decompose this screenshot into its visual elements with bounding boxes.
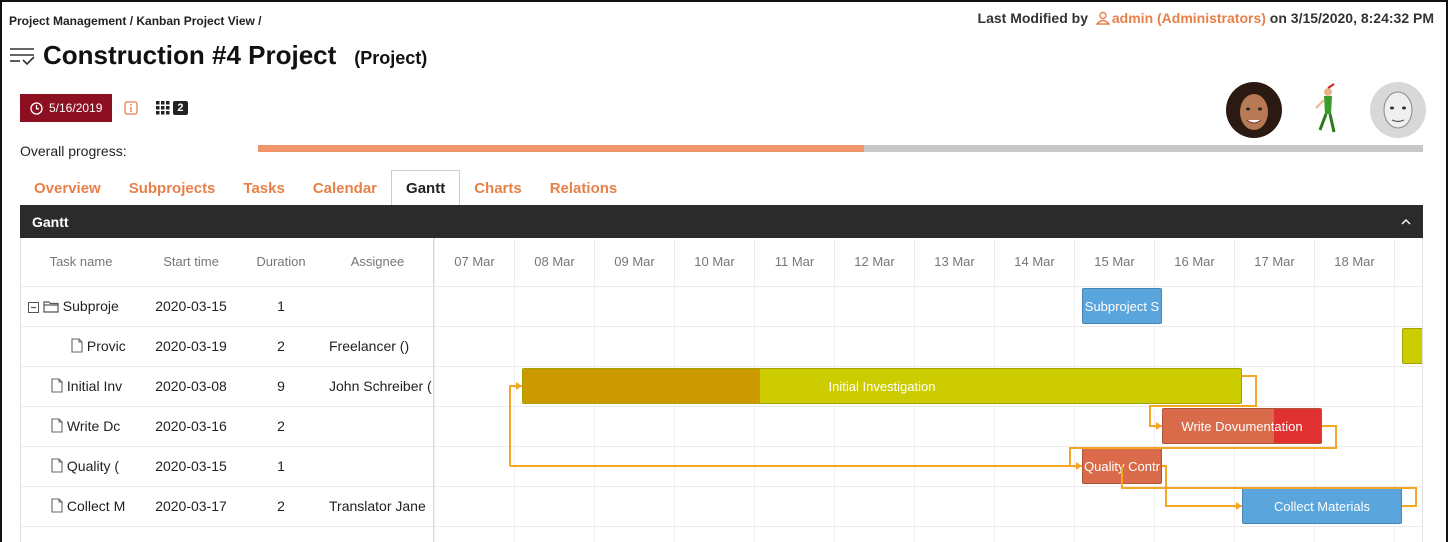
task-name: Provic (86, 338, 126, 354)
file-icon (51, 458, 63, 473)
tab-tasks[interactable]: Tasks (229, 170, 298, 206)
gantt-grid: Task name Start time Duration Assignee Subp… (21, 238, 434, 542)
task-name: Collect M (66, 498, 126, 514)
start-time-cell[interactable]: 2020-03-19 (141, 326, 241, 366)
dependency-links (509, 375, 1417, 510)
user-icon (1095, 11, 1111, 25)
last-modified-user[interactable]: admin (Administrators) (1112, 10, 1266, 26)
row-divider (21, 526, 433, 527)
task-list-icon[interactable] (9, 46, 35, 66)
tab-overview[interactable]: Overview (20, 170, 115, 206)
task-name-cell[interactable]: Collect M (51, 486, 141, 526)
overall-progress-bar (258, 145, 1423, 152)
task-name-cell[interactable]: Initial Inv (51, 366, 141, 406)
assignee-cell[interactable]: Translator Jane (329, 486, 434, 526)
team-avatars (1226, 82, 1426, 138)
task-name: Write Dc (66, 418, 121, 434)
start-time-cell[interactable]: 2020-03-16 (141, 406, 241, 446)
duration-cell[interactable]: 2 (241, 326, 321, 366)
file-icon (51, 498, 63, 513)
chevron-up-icon[interactable] (1401, 218, 1411, 226)
file-icon (51, 378, 63, 393)
task-name-cell[interactable]: Quality ( (51, 446, 141, 486)
duration-cell[interactable]: 1 (241, 446, 321, 486)
duration-cell[interactable]: 2 (241, 406, 321, 446)
link-arrow-icon (1156, 422, 1162, 430)
progress-fill (258, 145, 864, 152)
panel-title: Gantt (32, 213, 69, 230)
count-badge: 2 (173, 101, 188, 115)
gantt-panel-header[interactable]: Gantt (20, 205, 1423, 238)
tab-gantt[interactable]: Gantt (391, 170, 461, 206)
info-icon[interactable] (124, 101, 139, 115)
tab-bar: Overview Subprojects Tasks Calendar Gantt Cha… (20, 170, 631, 206)
meta-row: 5/16/2019 2 (20, 94, 188, 122)
column-header[interactable]: Assignee (321, 238, 434, 286)
start-time-cell[interactable]: 2020-03-08 (141, 366, 241, 406)
gantt-timeline: 07 Mar 08 Mar 09 Mar 10 Mar 11 Mar 12 Mar 13 M… (434, 238, 1422, 542)
dependency-link[interactable] (1069, 425, 1337, 467)
assignee-cell[interactable] (329, 446, 434, 486)
assignee-cell[interactable] (329, 406, 434, 446)
dependency-link[interactable] (509, 385, 522, 466)
task-name-cell[interactable]: Subproje (28, 286, 141, 326)
last-modified-time: on 3/15/2020, 8:24:32 PM (1269, 10, 1434, 26)
last-modified: Last Modified by admin (Administrators) … (978, 10, 1434, 26)
page-title: Construction #4 Project (43, 40, 337, 70)
task-name: Subproje (62, 298, 119, 314)
assignee-cell[interactable]: Freelancer () (329, 326, 434, 366)
start-time-cell[interactable]: 2020-03-15 (141, 446, 241, 486)
link-arrow-icon (1236, 502, 1242, 510)
link-arrow-icon (516, 382, 522, 390)
gantt-chart: Task name Start time Duration Assignee Subp… (20, 238, 1423, 542)
column-header[interactable]: Start time (141, 238, 241, 286)
clock-icon (30, 101, 43, 115)
tab-relations[interactable]: Relations (536, 170, 632, 206)
last-modified-prefix: Last Modified by (977, 10, 1088, 26)
due-date-label: 5/16/2019 (49, 101, 103, 115)
tab-subprojects[interactable]: Subprojects (115, 170, 230, 206)
dependency-link[interactable] (1149, 375, 1257, 427)
assignee-cell[interactable] (329, 286, 434, 326)
task-name: Quality ( (66, 458, 120, 474)
duration-cell[interactable]: 2 (241, 486, 321, 526)
collapse-icon[interactable] (28, 302, 39, 313)
link-arrow-icon (1076, 462, 1082, 470)
task-name: Initial Inv (66, 378, 123, 394)
due-date-badge[interactable]: 5/16/2019 (20, 94, 113, 122)
avatar[interactable] (1226, 82, 1282, 138)
start-time-cell[interactable]: 2020-03-17 (141, 486, 241, 526)
tab-calendar[interactable]: Calendar (299, 170, 391, 206)
subitems-indicator[interactable]: 2 (156, 101, 188, 115)
column-header[interactable]: Task name (21, 238, 141, 286)
duration-cell[interactable]: 9 (241, 366, 321, 406)
task-name-cell[interactable]: Provic (71, 326, 141, 366)
file-icon (51, 418, 63, 433)
progress-label: Overall progress: (20, 143, 127, 159)
tab-charts[interactable]: Charts (460, 170, 536, 206)
duration-cell[interactable]: 1 (241, 286, 321, 326)
start-time-cell[interactable]: 2020-03-15 (141, 286, 241, 326)
avatar[interactable] (1298, 82, 1354, 138)
page-title-type: (Project) (354, 48, 428, 68)
assignee-cell[interactable]: John Schreiber ( (329, 366, 434, 406)
task-name-cell[interactable]: Write Dc (51, 406, 141, 446)
folder-icon (43, 301, 59, 313)
title-row: Construction #4 Project (Project) (9, 40, 427, 71)
grid-icon (156, 101, 170, 115)
avatar[interactable] (1370, 82, 1426, 138)
dependency-link[interactable] (1162, 465, 1242, 507)
column-header[interactable]: Duration (241, 238, 321, 286)
breadcrumb[interactable]: Project Management / Kanban Project View… (9, 14, 262, 28)
file-icon (71, 338, 83, 353)
